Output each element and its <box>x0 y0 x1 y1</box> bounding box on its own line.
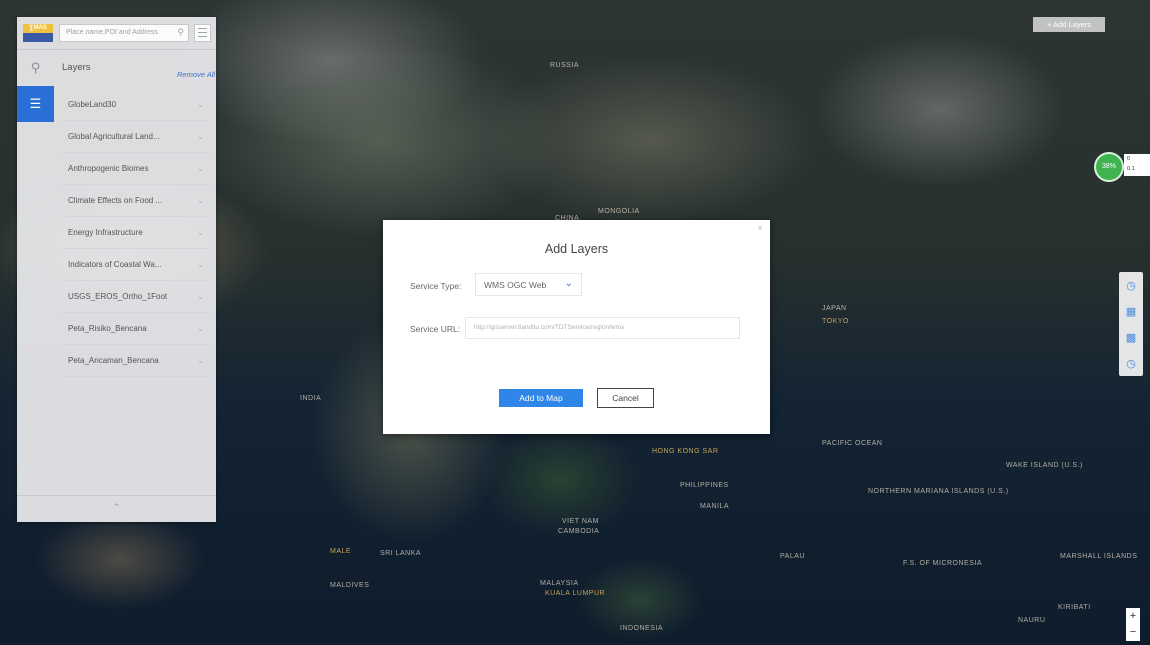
download-rate: 0.1 <box>1127 166 1135 172</box>
map-label: SRI LANKA <box>380 550 422 557</box>
layer-item[interactable]: GlobeLand30 ⌄ <box>62 89 210 121</box>
chevron-down-icon[interactable]: ⌄ <box>197 89 204 120</box>
map-label: TOKYO <box>822 318 849 325</box>
layer-item[interactable]: Indicators of Coastal Wa... ⌄ <box>62 249 210 281</box>
compass-icon: ◷ <box>1126 279 1136 292</box>
map-label: VIET NAM <box>562 518 599 525</box>
clock-icon: ◷ <box>1126 357 1136 370</box>
search-placeholder: Place name,POI and Address <box>66 29 158 36</box>
map-label: KIRIBATI <box>1058 604 1091 611</box>
zoom-in-button[interactable]: + <box>1126 608 1140 624</box>
add-layers-button[interactable]: + Add Layers <box>1033 17 1105 32</box>
layer-item[interactable]: Energy Infrastructure ⌄ <box>62 217 210 249</box>
layer-item-label: GlobeLand30 <box>68 100 117 109</box>
upload-rate: 0 <box>1127 156 1131 162</box>
remove-all-link[interactable]: Remove All <box>177 70 215 79</box>
search-icon: ⚲ <box>30 60 41 75</box>
compass-tool-button[interactable]: ◷ <box>1119 272 1143 298</box>
chevron-down-icon[interactable]: ⌄ <box>197 121 204 152</box>
layer-item-label: Energy Infrastructure <box>68 228 143 237</box>
map-label: PALAU <box>780 553 805 560</box>
chevron-down-icon[interactable]: ⌄ <box>197 185 204 216</box>
map-label: MALDIVES <box>330 582 370 589</box>
list-menu-button[interactable] <box>194 24 211 42</box>
layer-item-label: Peta_Ancaman_Bencana <box>68 356 159 365</box>
layers-title: Layers <box>62 62 91 73</box>
layer-item-label: Climate Effects on Food ... <box>68 196 163 205</box>
map-label: CAMBODIA <box>558 528 600 535</box>
chevron-down-icon: ⌄ <box>564 278 573 289</box>
network-speed-widget: 38% 0 0.1 <box>1094 152 1150 182</box>
map-label: KUALA LUMPUR <box>545 590 606 597</box>
clock-tool-button[interactable]: ◷ <box>1119 350 1143 376</box>
layer-list: GlobeLand30 ⌄ Global Agricultural Land... ⌄… <box>62 89 210 377</box>
chart-tool-button[interactable]: ▩ <box>1119 324 1143 350</box>
map-label: JAPAN <box>822 305 847 312</box>
panel-header: ∑MAS Place name,POI and Address ⚲ <box>17 17 216 50</box>
search-icon[interactable]: ⚲ <box>177 27 184 38</box>
service-url-label: Service URL: <box>410 324 461 334</box>
close-icon[interactable]: × <box>757 223 763 234</box>
service-type-select[interactable]: WMS OGC Web ⌄ <box>475 273 582 296</box>
network-rates: 0 0.1 <box>1124 154 1150 176</box>
layer-item[interactable]: USGS_EROS_Ortho_1Foot ⌄ <box>62 281 210 313</box>
chevron-down-icon[interactable]: ⌄ <box>197 281 204 312</box>
chevron-down-icon[interactable]: ⌄ <box>197 249 204 280</box>
layers-tool-button[interactable]: ☰ <box>17 86 54 122</box>
map-label: PACIFIC OCEAN <box>822 440 883 447</box>
map-label: MALE <box>330 548 352 555</box>
layer-item-label: USGS_EROS_Ortho_1Foot <box>68 292 168 301</box>
chevron-down-icon[interactable]: ⌄ <box>197 217 204 248</box>
layer-item-label: Anthropogenic Biomes <box>68 164 149 173</box>
map-label: Hong Kong SAR <box>652 448 719 455</box>
grid-tool-button[interactable]: ▦ <box>1119 298 1143 324</box>
layers-icon: ☰ <box>29 96 42 111</box>
map-label: PHILIPPINES <box>680 482 729 489</box>
app-logo: ∑MAS <box>23 24 53 42</box>
layers-panel: ∑MAS Place name,POI and Address ⚲ ⚲ ☰ La… <box>17 17 216 522</box>
map-label: INDIA <box>300 395 322 402</box>
map-tool-strip: ◷ ▦ ▩ ◷ <box>1119 272 1143 376</box>
layer-item[interactable]: Peta_Risiko_Bencana ⌄ <box>62 313 210 345</box>
chevron-down-icon[interactable]: ⌄ <box>197 313 204 344</box>
layer-item[interactable]: Climate Effects on Food ... ⌄ <box>62 185 210 217</box>
layer-item-label: Global Agricultural Land... <box>68 132 160 141</box>
add-to-map-button[interactable]: Add to Map <box>499 389 583 407</box>
chart-icon: ▩ <box>1125 331 1137 344</box>
map-label: MARSHALL ISLANDS <box>1060 553 1138 560</box>
map-label: F.S. OF MICRONESIA <box>903 560 983 567</box>
map-label: WAKE ISLAND (U.S.) <box>1006 462 1083 469</box>
map-label: INDONESIA <box>620 625 664 632</box>
map-label: MALAYSIA <box>540 580 579 587</box>
layer-item[interactable]: Anthropogenic Biomes ⌄ <box>62 153 210 185</box>
collapse-panel-button[interactable]: ⌃ <box>17 495 216 522</box>
service-type-value: WMS OGC Web <box>484 280 547 290</box>
layer-item-label: Indicators of Coastal Wa... <box>68 260 162 269</box>
service-url-placeholder: http://gisserver.tianditu.com/TDTService… <box>474 324 625 331</box>
layer-item-label: Peta_Risiko_Bencana <box>68 324 147 333</box>
service-url-input[interactable]: http://gisserver.tianditu.com/TDTService… <box>465 317 740 339</box>
map-label: NAURU <box>1018 617 1046 624</box>
search-input[interactable]: Place name,POI and Address ⚲ <box>59 24 189 42</box>
map-label: MANILA <box>700 503 730 510</box>
grid-icon: ▦ <box>1125 305 1137 318</box>
zoom-control: + − <box>1126 608 1140 641</box>
search-tool-button[interactable]: ⚲ <box>17 50 54 86</box>
map-label: RUSSIA <box>550 62 580 69</box>
zoom-out-button[interactable]: − <box>1126 624 1140 640</box>
layer-item[interactable]: Global Agricultural Land... ⌄ <box>62 121 210 153</box>
cancel-button[interactable]: Cancel <box>597 388 654 408</box>
chevron-down-icon[interactable]: ⌄ <box>197 345 204 376</box>
map-label: MONGOLIA <box>598 208 640 215</box>
side-tool-rail: ⚲ ☰ <box>17 50 54 122</box>
chevron-down-icon[interactable]: ⌄ <box>197 153 204 184</box>
service-type-label: Service Type: <box>410 281 462 291</box>
layer-item[interactable]: Peta_Ancaman_Bencana ⌄ <box>62 345 210 377</box>
network-percent: 38% <box>1094 152 1124 182</box>
add-layers-dialog: × Add Layers Service Type: WMS OGC Web ⌄… <box>383 220 770 434</box>
map-label: NORTHERN MARIANA ISLANDS (U.S.) <box>868 488 1009 495</box>
dialog-title: Add Layers <box>544 242 609 256</box>
